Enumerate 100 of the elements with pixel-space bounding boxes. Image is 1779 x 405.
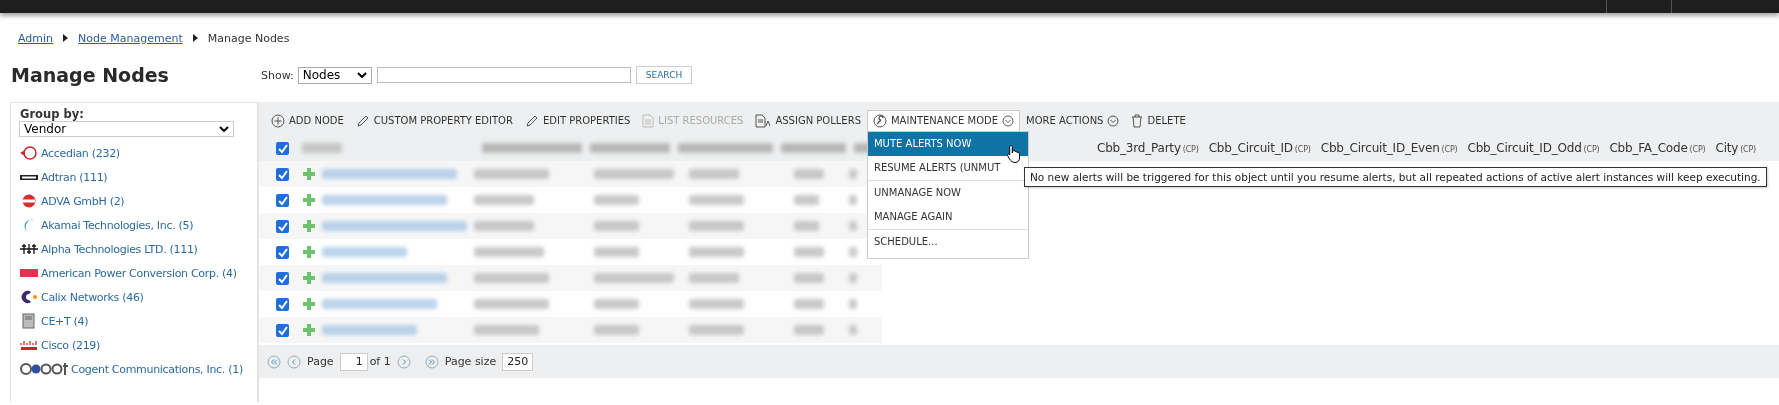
vendor-link[interactable]: Adtran (111) bbox=[41, 170, 108, 184]
last-page-icon[interactable] bbox=[424, 354, 439, 369]
blurred-text bbox=[849, 221, 857, 231]
vendor-link[interactable]: ADVA GmbH (2) bbox=[41, 194, 125, 208]
blurred-text bbox=[849, 273, 857, 283]
next-page-icon[interactable] bbox=[396, 354, 411, 369]
checkbox[interactable] bbox=[276, 296, 290, 312]
breadcrumb-link[interactable]: Admin bbox=[18, 31, 54, 45]
blurred-text bbox=[689, 195, 744, 205]
menu-item[interactable]: SCHEDULE... bbox=[868, 229, 1028, 254]
column-header[interactable]: City (CP) bbox=[1715, 141, 1757, 155]
blurred-text bbox=[794, 221, 819, 231]
blurred-text bbox=[594, 221, 639, 231]
checkbox[interactable] bbox=[276, 166, 290, 182]
plus-status-icon bbox=[302, 297, 316, 311]
blurred-text bbox=[689, 221, 744, 231]
vendor-link[interactable]: Cisco (219) bbox=[41, 338, 101, 352]
checkbox[interactable] bbox=[276, 270, 290, 286]
blurred-text bbox=[849, 299, 857, 309]
show-dropdown[interactable]: Nodes bbox=[297, 66, 372, 84]
vendor-link[interactable]: American Power Conversion Corp. (4) bbox=[41, 266, 237, 280]
vendor-link[interactable]: Alpha Technologies LTD. (111) bbox=[41, 242, 198, 256]
blurred-text bbox=[689, 273, 739, 283]
page-count: of 1 bbox=[369, 355, 391, 368]
toolbar-button[interactable]: MORE ACTIONS bbox=[1020, 109, 1126, 132]
blurred-text bbox=[794, 247, 824, 257]
tooltip: No new alerts will be triggered for this object until you resume alerts, but all repeated actions of active alert instances will keep executing. bbox=[1024, 167, 1767, 187]
blurred-text bbox=[794, 325, 824, 335]
blurred-text bbox=[689, 169, 739, 179]
previous-page-icon[interactable] bbox=[287, 354, 301, 369]
pencil-icon bbox=[524, 113, 539, 128]
group-by-dropdown[interactable]: Vendor bbox=[19, 121, 234, 137]
chevron-down-icon bbox=[219, 126, 229, 132]
document-icon bbox=[642, 113, 655, 128]
blurred-text bbox=[849, 247, 857, 257]
column-header[interactable]: Cbb_3rd_Party (CP) bbox=[1097, 141, 1199, 155]
page-title: Manage Nodes bbox=[11, 64, 170, 86]
blurred-text bbox=[794, 195, 819, 205]
plus-status-icon bbox=[302, 323, 316, 337]
vendor-link[interactable]: Akamai Technologies, Inc. (5) bbox=[41, 218, 194, 232]
chevron-right-icon bbox=[63, 34, 69, 42]
column-header[interactable]: Cbb_Circuit_ID_Even (CP) bbox=[1320, 141, 1458, 155]
column-header[interactable]: Cbb_Circuit_ID_Odd (CP) bbox=[1467, 141, 1600, 155]
vendor-link[interactable]: CE+T (4) bbox=[41, 314, 89, 328]
page-label: Page bbox=[307, 355, 334, 368]
first-page-icon[interactable] bbox=[267, 354, 281, 369]
chevron-down-icon bbox=[356, 72, 367, 78]
blurred-text bbox=[474, 325, 539, 335]
blurred-text bbox=[794, 299, 824, 309]
logo-icon bbox=[19, 242, 39, 256]
blurred-text bbox=[689, 299, 744, 309]
toolbar-button[interactable]: CUSTOM PROPERTY EDITOR bbox=[349, 109, 519, 132]
plus-status-icon bbox=[302, 245, 316, 259]
breadcrumb-link[interactable]: Node Management bbox=[78, 31, 183, 45]
plus-status-icon bbox=[302, 193, 316, 207]
column-header[interactable]: Cbb_FA_Code (CP) bbox=[1609, 141, 1706, 155]
hand-cursor-icon bbox=[1006, 144, 1022, 164]
vendor-link[interactable]: Accedian (232) bbox=[41, 146, 120, 160]
logo-icon bbox=[19, 361, 69, 377]
page-size-field[interactable]: 250 bbox=[502, 352, 534, 371]
blurred-text bbox=[474, 221, 534, 231]
blurred-text bbox=[302, 143, 342, 153]
blurred-text bbox=[474, 195, 534, 205]
toolbar-button[interactable]: EDIT PROPERTIES bbox=[518, 109, 637, 132]
column-header[interactable]: Cbb_Circuit_ID (CP) bbox=[1208, 141, 1311, 155]
blurred-text bbox=[594, 299, 639, 309]
blurred-text bbox=[689, 247, 744, 257]
vendor-link[interactable]: Calix Networks (46) bbox=[41, 290, 144, 304]
search-field[interactable] bbox=[376, 67, 631, 83]
checkbox[interactable] bbox=[276, 322, 290, 338]
document-icon bbox=[755, 113, 772, 128]
blurred-text bbox=[594, 325, 639, 335]
blurred-text bbox=[594, 195, 639, 205]
plus-status-icon bbox=[302, 219, 316, 233]
logo-icon bbox=[19, 338, 39, 352]
pencil-icon bbox=[355, 113, 370, 128]
page-field[interactable]: 1 bbox=[339, 352, 368, 371]
chevron-down-circle-icon bbox=[1107, 114, 1120, 127]
menu-item[interactable]: MUTE ALERTS NOW bbox=[868, 131, 1028, 156]
logo-icon bbox=[19, 290, 39, 304]
checkbox[interactable] bbox=[276, 218, 290, 234]
checkbox[interactable] bbox=[276, 140, 290, 156]
blurred-text bbox=[594, 247, 639, 257]
logo-icon bbox=[19, 266, 39, 280]
blurred-text bbox=[849, 325, 857, 335]
blurred-text bbox=[781, 143, 846, 153]
toolbar-button[interactable]: ADD NODE bbox=[265, 109, 350, 132]
checkbox[interactable] bbox=[276, 192, 290, 208]
search-button[interactable]: SEARCH bbox=[635, 66, 693, 84]
chevron-right-icon bbox=[192, 34, 198, 42]
vendor-link[interactable]: Cogent Communications, Inc. (1) bbox=[71, 362, 243, 376]
checkbox[interactable] bbox=[276, 244, 290, 260]
toolbar-button[interactable]: ASSIGN POLLERS bbox=[749, 109, 867, 132]
toolbar-button[interactable]: DELETE bbox=[1125, 109, 1192, 132]
chevron-down-circle-icon bbox=[1002, 114, 1015, 127]
add-icon bbox=[271, 113, 285, 128]
blurred-text bbox=[849, 169, 857, 179]
blurred-text bbox=[474, 247, 544, 257]
plus-status-icon bbox=[302, 167, 316, 181]
toolbar-button[interactable]: MAINTENANCE MODE bbox=[867, 109, 1021, 132]
